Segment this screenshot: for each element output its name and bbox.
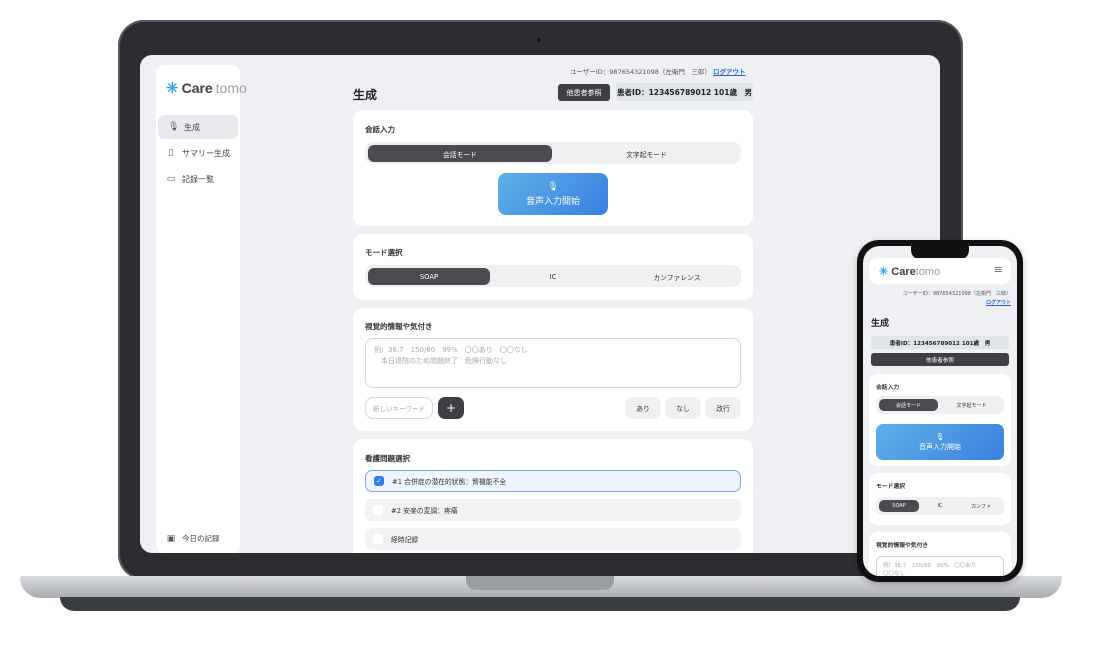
voice-input-button[interactable]: 🎙 音声入力開始 [876,424,1004,460]
card-title: 会話入力 [876,385,900,391]
mode-select-card: モード選択 SOAP IC カンファ [869,473,1011,525]
laptop-screen: ✳ Care tomo 🎙 生成 ▯ サマリー生成 ▭ 記録一覧 ▣ 今日の記録 … [140,55,940,553]
chip-ari[interactable]: あり [625,397,661,419]
sidebar-item-label: 生成 [184,122,200,132]
conversation-card: 会話入力 会話モード 文字起モード 🎙 音声入力開始 [353,110,753,226]
mode-conference[interactable]: カンファレンス [616,268,738,285]
calendar-icon: ▣ [166,533,176,544]
sidebar-item-label: 今日の記録 [182,534,220,543]
logo-spark-icon: ✳ [166,80,179,97]
device-mockup: ✳ Care tomo 🎙 生成 ▯ サマリー生成 ▭ 記録一覧 ▣ 今日の記録 … [0,0,1098,652]
app-logo[interactable]: ✳ Caretomo [166,79,247,97]
issue-label: #1 合併症の潜在的状態：腎機能不全 [392,478,507,486]
mic-icon: 🎙 [547,181,559,192]
laptop-base-shadow [60,597,1020,611]
mode-conference[interactable]: カンファ [961,500,1001,512]
mode-transcription[interactable]: 文字起モード [942,399,1001,411]
checkbox-icon [373,534,383,544]
folder-icon: ▭ [166,174,176,184]
sidebar-item-generate[interactable]: 🎙 生成 [158,115,238,139]
issue-label: #2 安楽の変調：疼痛 [391,507,458,515]
sidebar-item-summary[interactable]: ▯ サマリー生成 [156,141,240,165]
logo-spark-icon: ✳ [879,266,889,278]
voice-input-button[interactable]: 🎙 音声入力開始 [498,173,608,215]
issue-label: 経時記録 [391,536,419,544]
voice-input-label: 音声入力開始 [525,196,580,207]
mode-select-toggle: SOAP IC カンファ [876,497,1004,515]
nursing-issues-card: 看護問題選択 ✓ #1 合併症の潜在的状態：腎機能不全 #2 安楽の変調：疼痛 … [353,439,753,553]
observation-card: 視覚的情報や気付き 例）36.7 150/80 99% 〇〇あり 〇〇なし 本日… [353,308,753,431]
patient-id-badge: 患者ID：123456789012 101歳 男 [871,336,1009,349]
card-title: 視覚的情報や気付き [365,322,433,331]
card-title: モード選択 [365,248,403,257]
observation-textarea[interactable]: 例）36.7 150/80 99% 〇〇あり 〇〇なし 本日退院のため問題終了 … [365,338,741,388]
logo-strong: Care [181,80,213,96]
mode-ic[interactable]: IC [492,268,614,285]
conversation-mode-toggle: 会話モード 文字起モード [365,142,741,164]
logout-link[interactable]: ログアウト [903,299,1011,308]
issue-item[interactable]: ✓ #1 合併症の潜在的状態：腎機能不全 [365,470,741,492]
sidebar-item-label: 記録一覧 [182,174,214,184]
sidebar-item-label: サマリー生成 [182,148,230,158]
mode-soap[interactable]: SOAP [879,500,919,512]
logo-light: tomo [215,80,247,96]
mode-soap[interactable]: SOAP [368,268,490,285]
mode-ic[interactable]: IC [920,500,960,512]
chip-nashi[interactable]: なし [665,397,701,419]
mic-icon: 🎙 [935,432,945,441]
mode-transcription[interactable]: 文字起モード [555,145,738,162]
card-title: モード選択 [876,484,905,490]
logo-strong: Care [891,266,916,278]
issue-item[interactable]: #2 安楽の変調：疼痛 [365,499,741,521]
mode-conversation[interactable]: 会話モード [368,145,552,162]
mode-select-toggle: SOAP IC カンファレンス [365,265,741,287]
phone-header: ✳ Caretomo ≡ [869,258,1011,284]
conversation-mode-toggle: 会話モード 文字起モード [876,396,1004,414]
other-patient-button[interactable]: 他患者参照 [871,353,1009,366]
card-title: 看護問題選択 [365,454,410,463]
observation-card: 視覚的情報や気付き 例）36.7 150/80 99% 〇〇あり 〇〇なし [869,532,1011,576]
user-id-text: ユーザーID：987654321098（左衛門 三郎） [902,291,1011,297]
mic-icon: 🎙 [168,122,180,132]
clipboard-icon: ▯ [168,148,174,158]
user-info: ユーザーID：987654321098（左衛門 三郎） ログアウト [570,66,746,76]
chip-newline[interactable]: 改行 [705,397,741,419]
page-title: 生成 [353,88,378,102]
page-title: 生成 [871,319,890,329]
patient-id-badge: 患者ID：123456789012 101歳 男 [616,83,753,101]
phone-screen: ✳ Caretomo ≡ ユーザーID：987654321098（左衛門 三郎）… [863,246,1017,576]
phone-device: ✳ Caretomo ≡ ユーザーID：987654321098（左衛門 三郎）… [857,240,1023,582]
hamburger-icon[interactable]: ≡ [994,263,1003,276]
card-title: 視覚的情報や気付き [876,543,929,549]
user-id-text: ユーザーID：987654321098（左衛門 三郎） [570,68,711,76]
card-title: 会話入力 [365,125,395,134]
laptop-hinge-notch [466,576,614,590]
observation-textarea[interactable]: 例）36.7 150/80 99% 〇〇あり 〇〇なし [876,556,1004,576]
add-keyword-button[interactable]: + [438,397,464,419]
other-patient-button[interactable]: 他患者参照 [558,84,610,101]
logout-link[interactable]: ログアウト [713,68,746,76]
issue-item[interactable]: 経時記録 [365,528,741,550]
keyword-input[interactable]: 新しいキーワード [365,397,433,419]
sidebar-item-today[interactable]: ▣ 今日の記録 [156,533,240,544]
checkbox-icon [373,505,383,515]
voice-input-label: 音声入力開始 [919,442,961,451]
app-logo[interactable]: ✳ Caretomo [879,265,940,278]
sidebar-item-records[interactable]: ▭ 記録一覧 [156,167,240,191]
mode-conversation[interactable]: 会話モード [879,399,938,411]
checkbox-checked-icon: ✓ [374,476,384,486]
mode-select-card: モード選択 SOAP IC カンファレンス [353,234,753,300]
logo-light: tomo [915,266,941,278]
conversation-card: 会話入力 会話モード 文字起モード 🎙 音声入力開始 [869,374,1011,466]
sidebar: ✳ Care tomo 🎙 生成 ▯ サマリー生成 ▭ 記録一覧 ▣ 今日の記録 [156,65,247,553]
laptop-camera [537,38,541,42]
user-info: ユーザーID：987654321098（左衛門 三郎） ログアウト [903,290,1011,308]
